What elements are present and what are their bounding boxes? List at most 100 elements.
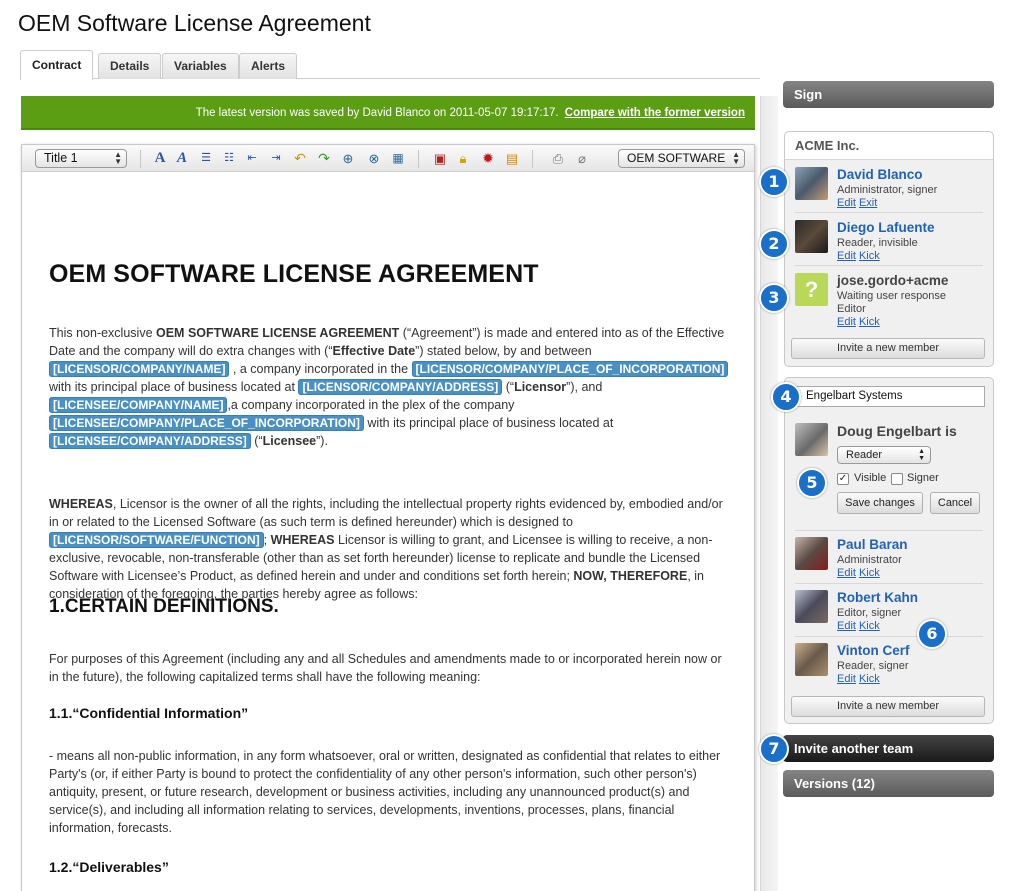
- tab-variables[interactable]: Variables: [162, 53, 239, 79]
- tab-bar: Contract Details Variables Alerts: [20, 50, 760, 80]
- edit-member-link[interactable]: Edit: [837, 250, 856, 262]
- variable-tag[interactable]: [LICENSOR/COMPANY/NAME]: [49, 361, 230, 377]
- avatar: [795, 423, 828, 456]
- font-color-icon[interactable]: A: [152, 151, 168, 166]
- variable-tag[interactable]: [LICENSEE/COMPANY/NAME]: [49, 397, 228, 413]
- member-role: Administrator, signer: [837, 184, 938, 196]
- attachment-icon[interactable]: ⌀: [574, 151, 590, 166]
- signer-checkbox[interactable]: [891, 473, 903, 485]
- avatar: [795, 537, 828, 570]
- member-name: jose.gordo+acme: [837, 273, 949, 288]
- invite-team-label: Invite another team: [794, 741, 914, 756]
- document-heading: OEM SOFTWARE LICENSE AGREEMENT: [49, 260, 539, 288]
- divider: [795, 583, 983, 584]
- edit-member-link[interactable]: Edit: [837, 567, 856, 579]
- text-run-bold: Licensor: [514, 380, 567, 394]
- team-name-input[interactable]: Engelbart Systems: [791, 386, 985, 407]
- invite-member-button[interactable]: Invite a new member: [791, 696, 985, 717]
- avatar: [795, 167, 828, 200]
- link-icon[interactable]: ⊕: [340, 151, 356, 166]
- tab-contract[interactable]: Contract: [20, 50, 94, 80]
- invite-member-button[interactable]: Invite a new member: [791, 338, 985, 359]
- divider: [795, 212, 983, 213]
- kick-member-link[interactable]: Kick: [859, 567, 880, 579]
- lock-icon[interactable]: 🔒︎: [455, 151, 471, 166]
- save-icon[interactable]: ▣: [432, 151, 448, 166]
- text-run: (“: [250, 434, 263, 448]
- member-role-select[interactable]: Reader ▲ ▼: [837, 446, 931, 464]
- kick-member-link[interactable]: Kick: [859, 673, 880, 685]
- save-notice-text: The latest version was saved by David Bl…: [195, 107, 559, 119]
- variable-tag[interactable]: [LICENSOR/COMPANY/PLACE_OF_INCORPORATION…: [411, 361, 729, 377]
- compare-versions-link[interactable]: Compare with the former version: [565, 107, 745, 119]
- member-role-value: Reader: [846, 449, 883, 461]
- variable-tag[interactable]: [LICENSOR/SOFTWARE/FUNCTION]: [49, 532, 264, 548]
- text-run: This non-exclusive: [49, 326, 156, 340]
- text-run-bold: WHEREAS: [270, 533, 335, 547]
- kick-member-link[interactable]: Kick: [859, 250, 880, 262]
- member-name[interactable]: Robert Kahn: [837, 590, 918, 605]
- signer-label: Signer: [907, 472, 939, 484]
- indent-icon[interactable]: ⇥: [268, 151, 284, 166]
- callout-badge: 7: [759, 734, 789, 764]
- document-editor[interactable]: Title 1 ▲ ▼ A A ☰ ☷ ⇤ ⇥ ↶ ↷ ⊕ ⊗ ▦ ▣ 🔒︎ ✹ …: [21, 144, 755, 891]
- save-changes-button[interactable]: Save changes: [837, 492, 923, 514]
- sign-button[interactable]: Sign: [783, 81, 994, 108]
- edit-member-link[interactable]: Edit: [837, 316, 856, 328]
- versions-button[interactable]: Versions (12): [783, 770, 994, 797]
- undo-icon[interactable]: ↶: [292, 151, 308, 166]
- member-name[interactable]: Diego Lafuente: [837, 220, 935, 235]
- edit-member-link[interactable]: Edit: [837, 673, 856, 685]
- variable-tag[interactable]: [LICENSEE/COMPANY/PLACE_OF_INCORPORATION…: [49, 415, 364, 431]
- toolbar-separator: [532, 150, 533, 168]
- cancel-button[interactable]: Cancel: [930, 492, 980, 514]
- member-role: Reader, signer: [837, 660, 909, 672]
- text-run: ”) stated below, by and between: [415, 344, 592, 358]
- paragraph-style-select[interactable]: Title 1 ▲ ▼: [35, 149, 127, 168]
- edit-member-link[interactable]: Edit: [837, 620, 856, 632]
- exit-team-link[interactable]: Exit: [859, 197, 877, 209]
- member-name[interactable]: David Blanco: [837, 167, 923, 182]
- subsection-heading: 1.2.“Deliverables”: [49, 859, 169, 875]
- toolbar-separator: [418, 150, 419, 168]
- paragraph-style-value: Title 1: [44, 151, 78, 165]
- ordered-list-icon[interactable]: ☰: [198, 151, 214, 166]
- page-title: OEM Software License Agreement: [18, 10, 371, 36]
- editing-member-name: Doug Engelbart is: [837, 423, 957, 439]
- redo-icon[interactable]: ↷: [316, 151, 332, 166]
- tab-details[interactable]: Details: [98, 53, 162, 79]
- divider: [795, 636, 983, 637]
- kick-member-link[interactable]: Kick: [859, 620, 880, 632]
- team-panel-acme: ACME Inc. David Blanco Administrator, si…: [784, 131, 994, 367]
- text-run: , a company incorporated in the: [229, 362, 412, 376]
- tab-alerts[interactable]: Alerts: [239, 53, 298, 79]
- stamp-icon[interactable]: ▤: [504, 151, 520, 166]
- editor-scroll-gutter[interactable]: [760, 96, 778, 891]
- kick-member-link[interactable]: Kick: [859, 316, 880, 328]
- callout-badge: 6: [917, 619, 947, 649]
- member-actions: Edit Kick: [837, 316, 883, 328]
- avatar: [795, 220, 828, 253]
- member-actions: Edit Kick: [837, 567, 883, 579]
- bullet-list-icon[interactable]: ☷: [221, 151, 237, 166]
- unlink-icon[interactable]: ⊗: [366, 151, 382, 166]
- whereas-paragraph: WHEREAS, Licensor is the owner of all th…: [49, 495, 729, 603]
- insert-variable-select[interactable]: OEM SOFTWARE ▲ ▼: [618, 149, 745, 168]
- font-italic-icon[interactable]: A: [174, 151, 190, 166]
- table-icon[interactable]: ▦: [390, 151, 406, 166]
- member-name[interactable]: Vinton Cerf: [837, 643, 910, 658]
- invite-team-button[interactable]: Invite another team: [783, 735, 994, 762]
- preamble-paragraph: This non-exclusive OEM SOFTWARE LICENSE …: [49, 324, 729, 450]
- visible-checkbox[interactable]: ✓: [837, 473, 849, 485]
- variable-tag[interactable]: [LICENSOR/COMPANY/ADDRESS]: [298, 379, 503, 395]
- select-arrows-icon: ▲ ▼: [918, 448, 925, 462]
- print-icon[interactable]: ⎙: [550, 151, 566, 166]
- member-name[interactable]: Paul Baran: [837, 537, 908, 552]
- variable-tag[interactable]: [LICENSEE/COMPANY/ADDRESS]: [49, 433, 251, 449]
- text-run-bold: Effective Date: [332, 344, 416, 358]
- outdent-icon[interactable]: ⇤: [244, 151, 260, 166]
- member-actions: Edit Kick: [837, 673, 883, 685]
- edit-member-link[interactable]: Edit: [837, 197, 856, 209]
- subsection-heading: 1.1.“Confidential Information”: [49, 705, 249, 721]
- seal-icon[interactable]: ✹: [480, 151, 496, 166]
